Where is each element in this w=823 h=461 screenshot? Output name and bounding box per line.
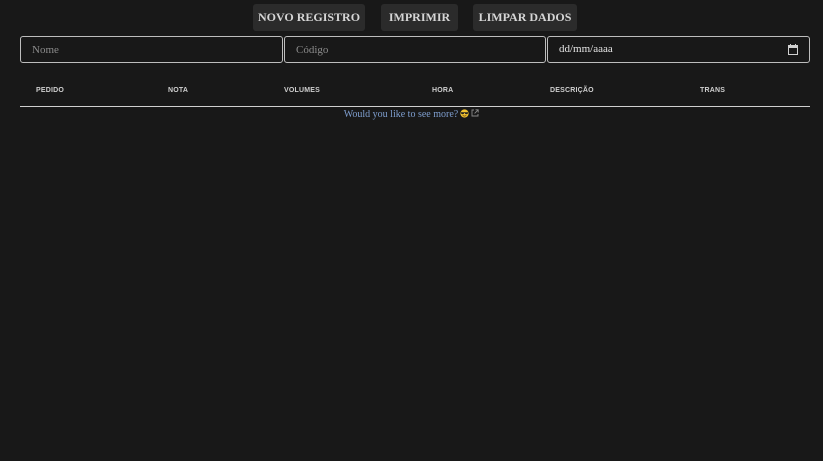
column-header-pedido: PEDIDO bbox=[36, 87, 65, 94]
date-placeholder: dd/mm/aaaa bbox=[559, 43, 613, 55]
column-header-trans: TRANS bbox=[700, 87, 726, 94]
column-header-volumes: VOLUMES bbox=[284, 87, 321, 94]
app-page: NOVO REGISTRO IMPRIMIR LIMPAR DADOS dd/m… bbox=[0, 0, 823, 461]
new-record-button[interactable]: NOVO REGISTRO bbox=[253, 4, 365, 31]
external-link-icon bbox=[471, 109, 479, 117]
column-header-hora: HORA bbox=[432, 87, 454, 94]
see-more-link[interactable]: Would you like to see more? bbox=[344, 109, 479, 120]
date-input[interactable]: dd/mm/aaaa bbox=[547, 36, 810, 63]
code-field-wrapper bbox=[284, 36, 546, 63]
code-input[interactable] bbox=[285, 37, 545, 62]
calendar-icon[interactable] bbox=[788, 44, 798, 55]
see-more-banner: Would you like to see more? bbox=[0, 109, 823, 120]
name-input[interactable] bbox=[21, 37, 282, 62]
toolbar: NOVO REGISTRO IMPRIMIR LIMPAR DADOS bbox=[0, 4, 823, 31]
column-header-descricao: DESCRIÇÃO bbox=[550, 87, 594, 94]
smiling-face-with-sunglasses-icon bbox=[460, 109, 469, 118]
table-header: PEDIDO NOTA VOLUMES HORA DESCRIÇÃO TRANS bbox=[20, 82, 810, 107]
see-more-text: Would you like to see more? bbox=[343, 109, 459, 120]
clear-data-button[interactable]: LIMPAR DADOS bbox=[473, 4, 577, 31]
print-button[interactable]: IMPRIMIR bbox=[381, 4, 458, 31]
column-header-nota: NOTA bbox=[168, 87, 189, 94]
name-field-wrapper bbox=[20, 36, 283, 63]
